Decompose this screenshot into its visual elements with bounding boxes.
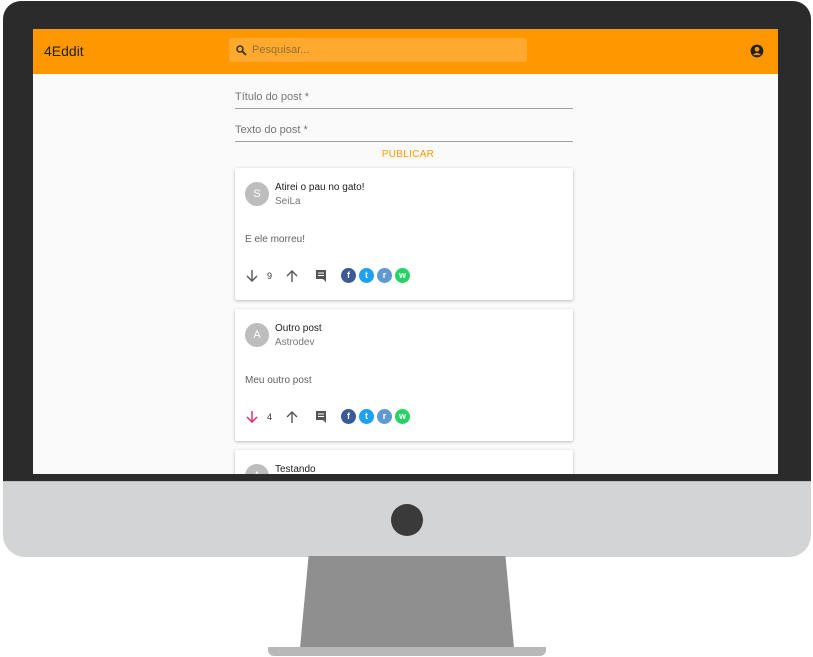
post-title: Outro post — [275, 323, 322, 334]
screen: 4Eddit Título do post * Texto do post * … — [33, 29, 778, 474]
post-text: Meu outro post — [245, 375, 312, 386]
avatar: A — [245, 323, 269, 347]
reddit-icon[interactable]: r — [377, 409, 392, 424]
search-icon — [236, 45, 247, 56]
post-text-field[interactable]: Texto do post * — [235, 117, 573, 142]
search-bar[interactable] — [229, 38, 527, 62]
vote-count: 4 — [267, 412, 273, 422]
post-title: Atirei o pau no gato! — [275, 182, 365, 193]
arrow-down-icon[interactable] — [245, 409, 259, 425]
post-author: Astrodev — [275, 337, 315, 348]
post-actions: 9 f t r w — [245, 268, 565, 286]
arrow-up-icon[interactable] — [285, 409, 299, 425]
post-card[interactable]: A Testando — [235, 450, 573, 474]
avatar: S — [245, 182, 269, 206]
account-circle-icon[interactable] — [750, 44, 764, 58]
post-title: Testando — [275, 464, 316, 474]
twitter-icon[interactable]: t — [359, 268, 374, 283]
comment-icon[interactable] — [315, 409, 327, 423]
avatar: A — [245, 464, 269, 474]
monitor-camera — [391, 504, 423, 536]
arrow-up-icon[interactable] — [285, 268, 299, 284]
twitter-icon[interactable]: t — [359, 409, 374, 424]
monitor-foot — [268, 647, 546, 656]
comment-icon[interactable] — [315, 268, 327, 282]
reddit-icon[interactable]: r — [377, 268, 392, 283]
post-card[interactable]: A Outro post Astrodev Meu outro post 4 f… — [235, 309, 573, 441]
search-input[interactable] — [250, 43, 514, 57]
post-card[interactable]: S Atirei o pau no gato! SeiLa E ele morr… — [235, 168, 573, 300]
post-text: E ele morreu! — [245, 234, 306, 245]
whatsapp-icon[interactable]: w — [395, 409, 410, 424]
facebook-icon[interactable]: f — [341, 409, 356, 424]
post-title-label: Título do post * — [235, 91, 309, 103]
arrow-down-icon[interactable] — [245, 268, 259, 284]
whatsapp-icon[interactable]: w — [395, 268, 410, 283]
post-actions: 4 f t r w — [245, 409, 565, 427]
post-author: SeiLa — [275, 196, 301, 207]
post-text-label: Texto do post * — [235, 124, 308, 136]
vote-count: 9 — [267, 271, 273, 281]
app-bar: 4Eddit — [33, 29, 778, 74]
monitor-stand — [300, 556, 514, 648]
publish-button[interactable]: PUBLICAR — [373, 149, 443, 160]
facebook-icon[interactable]: f — [341, 268, 356, 283]
post-title-field[interactable]: Título do post * — [235, 84, 573, 109]
brand-logo[interactable]: 4Eddit — [44, 43, 84, 59]
